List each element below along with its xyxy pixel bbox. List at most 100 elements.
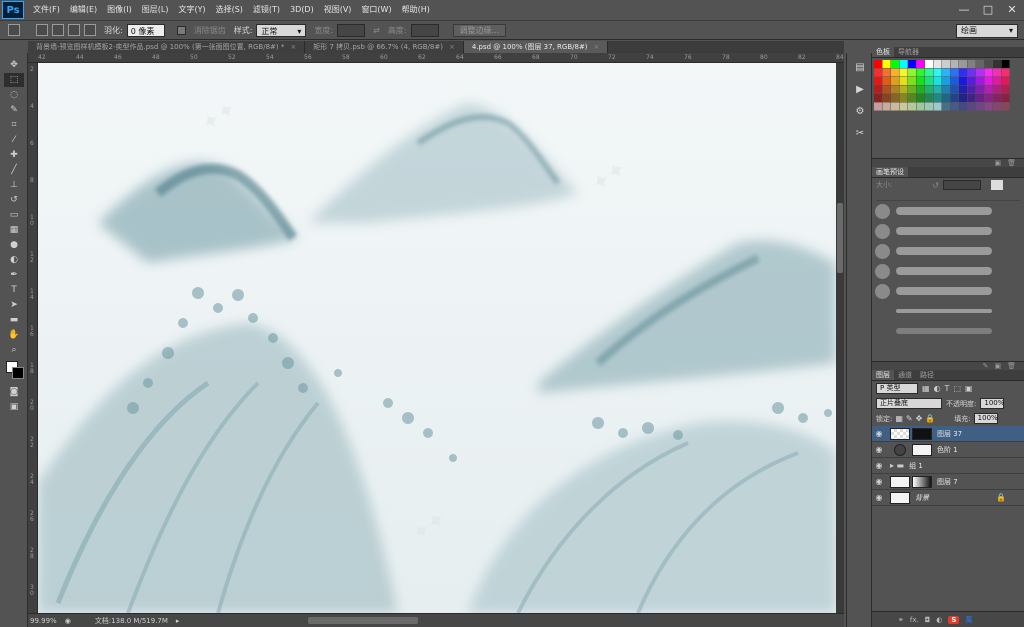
refine-edge-button[interactable]: 调整边缘... [452, 23, 507, 37]
tab-paths[interactable]: 路径 [916, 370, 938, 380]
swatch[interactable] [993, 77, 1001, 85]
swatch[interactable] [891, 60, 899, 68]
swatch[interactable] [891, 85, 899, 94]
eyedropper-tool-icon[interactable]: ⁄ [4, 133, 24, 147]
swatch[interactable] [1001, 102, 1010, 111]
swatch[interactable] [882, 85, 891, 94]
swatch[interactable] [899, 68, 908, 77]
swatch[interactable] [916, 77, 925, 85]
swatch[interactable] [976, 68, 984, 77]
new-brush-icon[interactable]: ▣ [994, 362, 1001, 370]
swatch[interactable] [882, 102, 891, 111]
swatch[interactable] [874, 94, 882, 102]
quick-select-tool-icon[interactable]: ✎ [4, 103, 24, 117]
swatch[interactable] [899, 94, 908, 102]
swatch[interactable] [976, 77, 984, 85]
properties-panel-icon[interactable]: ✂ [851, 125, 869, 141]
swatch[interactable] [933, 68, 942, 77]
swatch[interactable] [933, 77, 942, 85]
ime-label[interactable]: 英 [965, 615, 972, 625]
swatch[interactable] [942, 77, 950, 85]
vertical-scrollbar[interactable] [836, 63, 844, 613]
tab-layers[interactable]: 图层 [872, 370, 894, 380]
tab-doc-3[interactable]: 4.psd @ 100% (图层 37, RGB/8#) × [463, 41, 609, 53]
swatch[interactable] [874, 85, 882, 94]
brush-edit-icon[interactable]: ✎ [983, 362, 989, 370]
dodge-tool-icon[interactable]: ◐ [4, 253, 24, 267]
layer-filter-select[interactable]: P 类型 [876, 383, 918, 394]
lock-position-icon[interactable]: ✥ [916, 414, 923, 423]
swatch[interactable] [942, 60, 950, 68]
lock-pixels-icon[interactable]: ✎ [906, 414, 913, 423]
lock-all-icon[interactable]: 🔒 [925, 414, 935, 423]
healing-tool-icon[interactable]: ✚ [4, 148, 24, 162]
menu-item-5[interactable]: 选择(S) [211, 0, 248, 20]
reset-icon[interactable]: ↺ [932, 181, 939, 190]
swatch[interactable] [925, 77, 933, 85]
hand-tool-icon[interactable]: ✋ [4, 328, 24, 342]
swatch[interactable] [976, 60, 984, 68]
antialias-checkbox[interactable] [176, 25, 186, 35]
swatch[interactable] [899, 77, 908, 85]
subtract-selection-icon[interactable] [68, 24, 80, 36]
swatch[interactable] [908, 102, 916, 111]
width-input[interactable] [337, 23, 366, 37]
swatch[interactable] [925, 102, 933, 111]
pen-tool-icon[interactable]: ✒ [4, 268, 24, 282]
swatch[interactable] [942, 85, 950, 94]
swatch[interactable] [950, 94, 959, 102]
document-canvas[interactable]: ✦✦ ✦✦ ✦✦ [38, 63, 836, 613]
quick-mask-icon[interactable]: ◙ [4, 385, 24, 399]
swatch[interactable] [916, 102, 925, 111]
close-button[interactable]: ✕ [1000, 0, 1024, 18]
filter-pixel-icon[interactable]: ▦ [922, 384, 930, 393]
swatch[interactable] [874, 68, 882, 77]
crop-tool-icon[interactable]: ⌗ [4, 118, 24, 132]
adjustment-layer-icon[interactable]: ◐ [936, 616, 942, 624]
swatch[interactable] [916, 85, 925, 94]
brush-preset[interactable] [872, 281, 1024, 301]
type-tool-icon[interactable]: T [4, 283, 24, 297]
zoom-level[interactable]: 99.99% [30, 617, 57, 625]
actions-panel-icon[interactable]: ▶ [851, 81, 869, 97]
swatch[interactable] [950, 60, 959, 68]
adjust-panel-icon[interactable]: ⚙ [851, 103, 869, 119]
brush-tool-icon[interactable]: ╱ [4, 163, 24, 177]
swatch[interactable] [882, 77, 891, 85]
swatch[interactable] [874, 77, 882, 85]
close-icon[interactable]: × [594, 43, 600, 51]
status-expand-icon[interactable]: ▸ [176, 617, 180, 625]
eye-icon[interactable]: ◉ [872, 445, 886, 454]
close-icon[interactable]: × [290, 43, 296, 51]
screen-mode-icon[interactable]: ▣ [4, 400, 24, 414]
filter-type-icon[interactable]: T [945, 384, 950, 393]
swatch[interactable] [984, 102, 993, 111]
swatch[interactable] [959, 77, 967, 85]
eye-icon[interactable]: ◉ [872, 461, 886, 470]
swatch[interactable] [967, 85, 976, 94]
height-input[interactable] [410, 23, 439, 37]
menu-item-4[interactable]: 文字(Y) [173, 0, 210, 20]
menu-item-7[interactable]: 3D(D) [285, 0, 319, 20]
swatch[interactable] [916, 68, 925, 77]
swatch[interactable] [950, 102, 959, 111]
link-icon[interactable]: ⚭ [898, 616, 904, 624]
zoom-tool-icon[interactable]: ⌕ [4, 343, 24, 357]
swatch[interactable] [959, 60, 967, 68]
eye-icon[interactable]: ◉ [872, 493, 886, 502]
tab-navigator[interactable]: 导航器 [894, 47, 923, 57]
swatch[interactable] [993, 68, 1001, 77]
tab-brush-presets[interactable]: 画笔预设 [872, 167, 908, 177]
swatch[interactable] [967, 60, 976, 68]
brush-preset[interactable] [872, 221, 1024, 241]
feather-input[interactable]: 0 像素 [126, 23, 165, 37]
menu-item-6[interactable]: 滤镜(T) [248, 0, 285, 20]
menu-item-0[interactable]: 文件(F) [28, 0, 65, 20]
workspace-select[interactable]: 绘画 ▾ [956, 24, 1018, 38]
swatch[interactable] [908, 94, 916, 102]
background-color[interactable] [12, 367, 24, 379]
filter-adjust-icon[interactable]: ◐ [934, 384, 941, 393]
menu-item-9[interactable]: 窗口(W) [356, 0, 396, 20]
swatch[interactable] [984, 60, 993, 68]
swatch[interactable] [908, 85, 916, 94]
